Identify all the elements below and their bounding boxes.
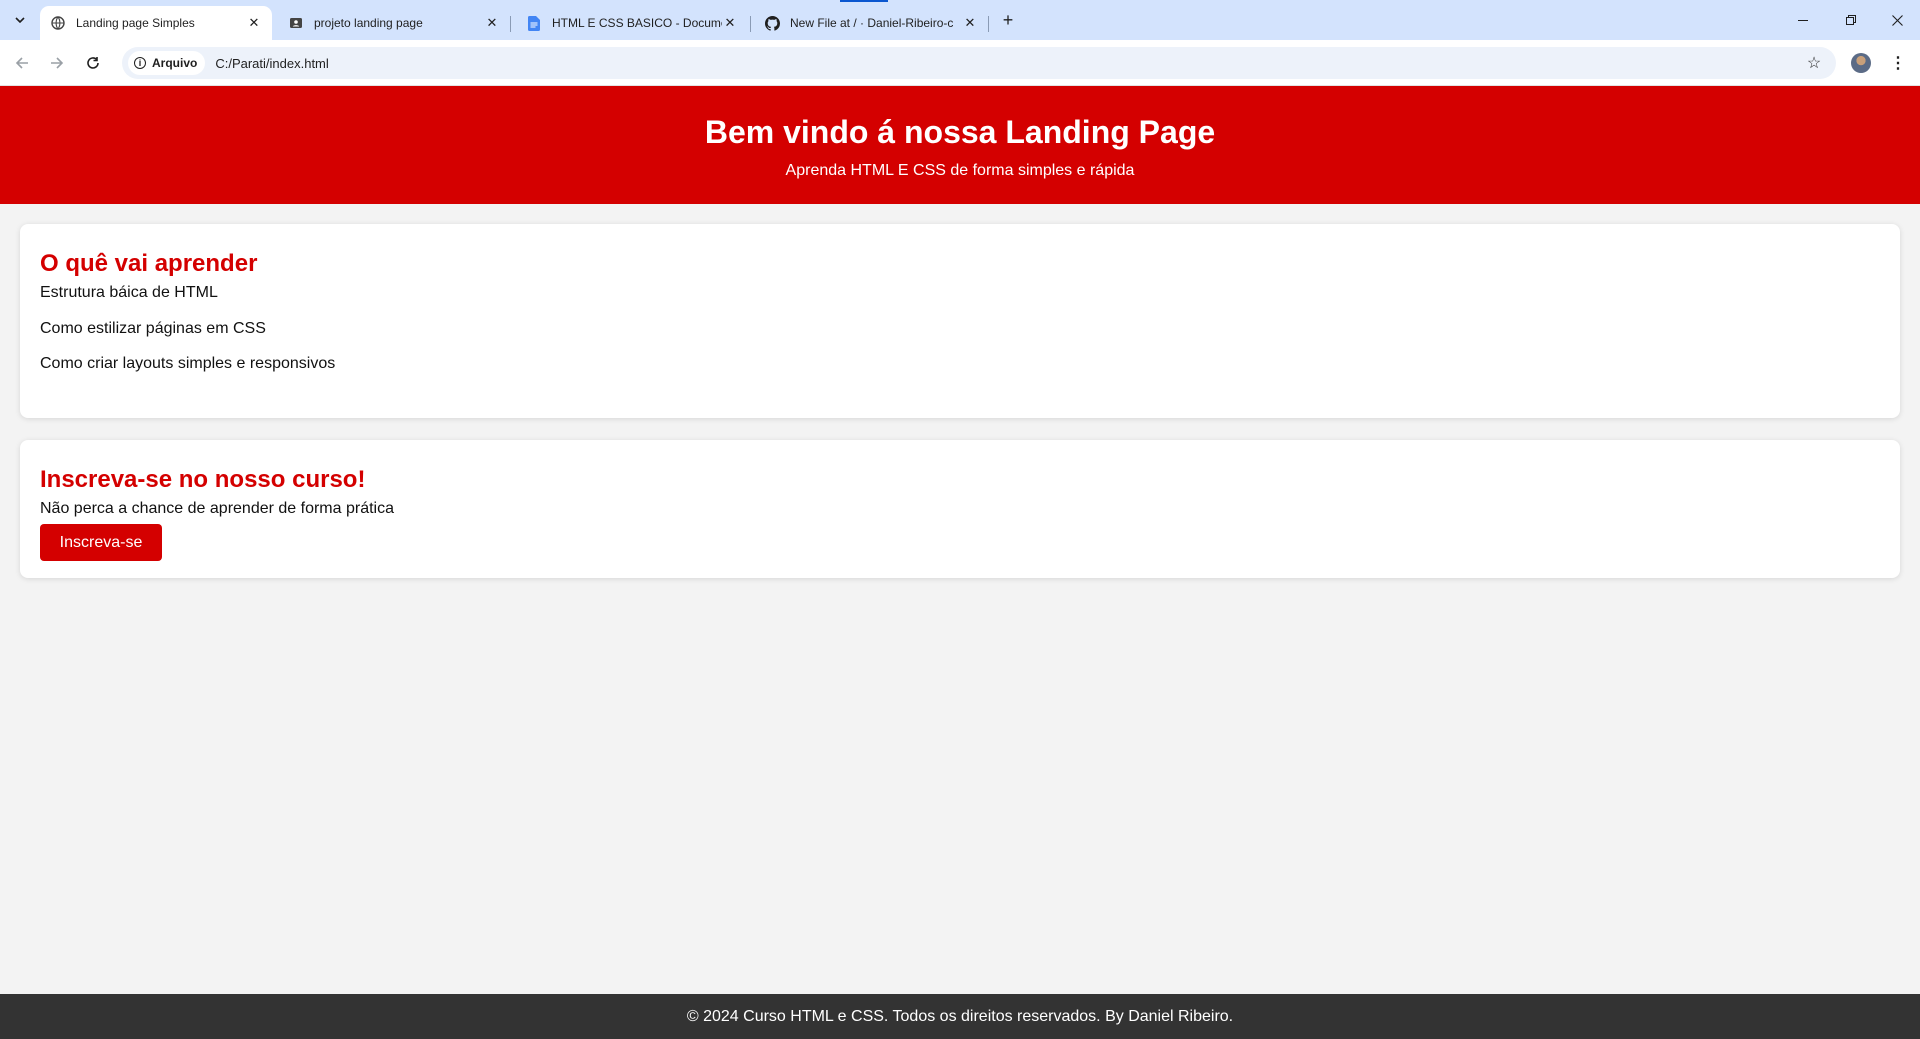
address-bar[interactable]: i Arquivo C:/Parati/index.html ☆ <box>122 47 1836 79</box>
hero-subtitle: Aprenda HTML E CSS de forma simples e rá… <box>785 162 1135 179</box>
browser-menu-button[interactable]: ⋮ <box>1886 51 1910 75</box>
close-icon[interactable]: ✕ <box>722 15 738 31</box>
info-icon: i <box>134 57 146 69</box>
back-button[interactable] <box>8 49 36 77</box>
site-info-chip[interactable]: i Arquivo <box>128 51 206 75</box>
kebab-menu-icon: ⋮ <box>1890 55 1906 72</box>
docs-icon <box>526 15 542 31</box>
tab-divider <box>988 16 989 32</box>
tab-loading-indicator <box>840 0 888 2</box>
page-viewport: Bem vindo á nossa Landing Page Aprenda H… <box>0 86 1920 1039</box>
arrow-left-icon <box>15 57 28 69</box>
chevron-down-icon <box>15 17 25 23</box>
tab-divider <box>510 16 511 32</box>
minimize-icon <box>1798 19 1808 21</box>
close-icon[interactable]: ✕ <box>246 15 262 31</box>
tab-title: Landing page Simples <box>76 16 195 30</box>
star-icon: ☆ <box>1806 55 1822 72</box>
subscribe-button[interactable]: Inscreva-se <box>40 524 162 561</box>
close-icon[interactable]: ✕ <box>484 15 500 31</box>
arrow-right-icon <box>51 57 64 69</box>
reload-icon <box>87 57 99 69</box>
page-footer: © 2024 Curso HTML e CSS. Todos os direit… <box>0 994 1920 1039</box>
tab-github-new-file[interactable]: New File at / · Daniel-Ribeiro-c ✕ <box>754 6 988 40</box>
restore-button[interactable] <box>1828 0 1874 40</box>
learn-heading: O quê vai aprender <box>40 250 258 277</box>
reload-button[interactable] <box>79 49 107 77</box>
site-info-label: Arquivo <box>152 56 198 70</box>
signup-description: Não perca a chance de aprender de forma … <box>40 500 394 517</box>
browser-toolbar: i Arquivo C:/Parati/index.html ☆ ⋮ <box>0 40 1920 86</box>
footer-text: © 2024 Curso HTML e CSS. Todos os direit… <box>686 1008 1234 1025</box>
learn-item: Como estilizar páginas em CSS <box>40 320 266 337</box>
github-icon <box>764 15 780 31</box>
signup-section: Inscreva-se no nosso curso! Não perca a … <box>20 440 1900 578</box>
tab-landing-page-simples[interactable]: Landing page Simples ✕ <box>40 6 272 40</box>
plus-icon: + <box>1002 9 1014 30</box>
tab-html-css-basico[interactable]: HTML E CSS BASICO - Documen ✕ <box>516 6 748 40</box>
minimize-button[interactable] <box>1780 0 1826 40</box>
learn-item: Estrutura báica de HTML <box>40 284 218 301</box>
url-text[interactable]: C:/Parati/index.html <box>215 56 328 71</box>
browser-tab-strip: Landing page Simples ✕ projeto landing p… <box>0 0 1920 40</box>
slides-icon <box>288 15 304 31</box>
tab-projeto-landing-page[interactable]: projeto landing page ✕ <box>278 6 510 40</box>
close-window-button[interactable] <box>1874 0 1920 40</box>
tab-title: HTML E CSS BASICO - Documen <box>552 16 722 30</box>
close-icon[interactable]: ✕ <box>962 15 978 31</box>
tab-divider <box>750 16 751 32</box>
bookmark-star-button[interactable]: ☆ <box>1802 51 1826 75</box>
close-icon <box>1891 14 1903 26</box>
new-tab-button[interactable]: + <box>996 8 1020 32</box>
hero-title: Bem vindo á nossa Landing Page <box>704 114 1216 150</box>
tab-title: projeto landing page <box>314 16 423 30</box>
learn-section: O quê vai aprender Estrutura báica de HT… <box>20 224 1900 418</box>
tab-title: New File at / · Daniel-Ribeiro-c <box>790 16 954 30</box>
forward-button[interactable] <box>43 49 71 77</box>
tab-search-button[interactable] <box>8 8 32 32</box>
hero-banner: Bem vindo á nossa Landing Page Aprenda H… <box>0 86 1920 204</box>
globe-icon <box>50 15 66 31</box>
learn-item: Como criar layouts simples e responsivos <box>40 355 336 372</box>
restore-icon <box>1846 15 1856 25</box>
signup-heading: Inscreva-se no nosso curso! <box>40 466 366 493</box>
profile-avatar[interactable] <box>1851 53 1871 73</box>
